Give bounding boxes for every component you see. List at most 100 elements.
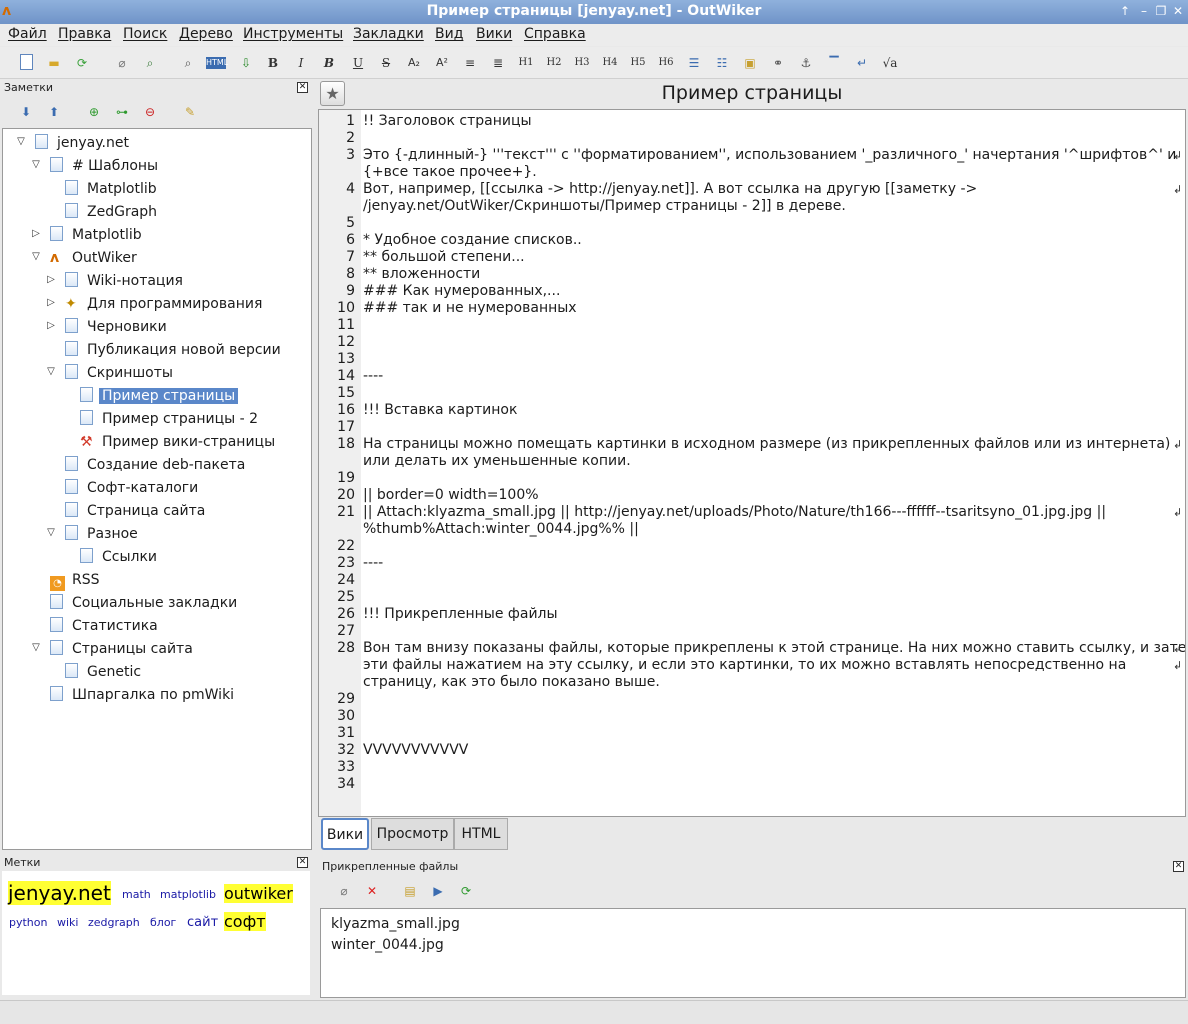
tree-node[interactable]: Страница сайта [65,501,208,521]
h5-icon[interactable]: H5 [628,54,648,72]
minimize-icon[interactable]: – [1136,3,1152,19]
tab-html[interactable]: HTML [454,818,508,850]
tag-soft[interactable]: софт [224,912,266,931]
menu-tree[interactable]: Дерево [179,26,233,42]
maximize-icon[interactable]: ❐ [1153,3,1169,19]
attach-file-icon[interactable]: ⌀ [334,882,354,900]
download-icon[interactable]: ⇩ [236,54,256,72]
attachment-item[interactable]: klyazma_small.jpg [331,916,460,932]
expand-arrow-icon[interactable]: ▷ [30,228,42,239]
tag-outwiker[interactable]: outwiker [224,884,293,903]
tree-node[interactable]: Разное [65,524,141,544]
bullet-list-icon[interactable]: ☰ [684,54,704,72]
close-attachments-panel-icon[interactable]: ✕ [1173,861,1184,872]
horizontal-rule-icon[interactable]: ▔ [824,54,844,72]
h6-icon[interactable]: H6 [656,54,676,72]
collapse-arrow-icon[interactable]: ▽ [45,366,57,377]
tree-node[interactable]: Пример страницы [80,386,239,406]
menu-search[interactable]: Поиск [123,26,167,42]
formula-icon[interactable]: √a [880,54,900,72]
line-break-icon[interactable]: ↵ [852,54,872,72]
menu-help[interactable]: Справка [524,26,586,42]
tree-node[interactable]: Софт-каталоги [65,478,201,498]
tag-math[interactable]: math [122,888,151,901]
tree-node[interactable]: Скриншоты [65,363,176,383]
underline-icon[interactable]: U [348,54,368,72]
bold-italic-icon[interactable]: B [319,54,339,72]
h4-icon[interactable]: H4 [600,54,620,72]
add-child-page-icon[interactable]: ⊕ [84,103,104,121]
tree-node[interactable]: ZedGraph [65,202,160,222]
tree-node[interactable]: ᴧ OutWiker [50,248,140,268]
reload-icon[interactable]: ⟳ [72,54,92,72]
menu-file[interactable]: Файл [8,26,47,42]
edit-page-properties-icon[interactable]: ✎ [180,103,200,121]
wiki-editor[interactable]: 1 2 3 4 5 6 7 8 9 10 11 12 13 14 15 16 17 18 19 20 21 22 23 24 2… [318,109,1186,817]
tag-jenyay-net[interactable]: jenyay.net [8,881,111,905]
move-up-icon[interactable]: ⬆ [44,103,64,121]
new-page-icon[interactable] [16,54,36,72]
refresh-attachments-icon[interactable]: ⟳ [456,882,476,900]
find-in-attachments-icon[interactable]: ⌕ [140,54,160,72]
tree-node[interactable]: Статистика [50,616,161,636]
h1-icon[interactable]: H1 [516,54,536,72]
collapse-arrow-icon[interactable]: ▽ [45,527,57,538]
tree-node[interactable]: Создание deb-пакета [65,455,248,475]
tree-node[interactable]: Matplotlib [50,225,145,245]
expand-arrow-icon[interactable]: ▷ [45,297,57,308]
html-code-icon[interactable]: HTML [206,57,228,69]
link-icon[interactable]: ⚭ [768,54,788,72]
tree-node[interactable]: Шпаргалка по pmWiki [50,685,237,705]
align-right-icon[interactable]: ≣ [488,54,508,72]
remove-page-icon[interactable]: ⊖ [140,103,160,121]
menu-wiki[interactable]: Вики [476,26,512,42]
menu-tools[interactable]: Инструменты [243,26,343,42]
execute-attachment-icon[interactable]: ▶ [428,882,448,900]
attachment-item[interactable]: winter_0044.jpg [331,937,444,953]
align-center-icon[interactable]: ≡ [460,54,480,72]
anchor-icon[interactable]: ⚓ [796,54,816,72]
move-down-icon[interactable]: ⬇ [16,103,36,121]
keep-above-icon[interactable]: ↑ [1117,3,1133,19]
close-tags-panel-icon[interactable]: ✕ [297,857,308,868]
tag-zedgraph[interactable]: zedgraph [88,916,140,929]
tree-node[interactable]: Ссылки [80,547,160,567]
subscript-icon[interactable]: A₂ [404,54,424,72]
tree-node[interactable]: jenyay.net [35,133,132,153]
tree-node[interactable]: ⚒ Пример вики-страницы [80,432,278,452]
thumbnail-icon[interactable]: ▣ [740,54,760,72]
close-icon[interactable]: ✕ [1170,3,1186,19]
tree-node[interactable]: Пример страницы - 2 [80,409,261,429]
find-icon[interactable]: ⌕ [178,54,198,72]
add-sibling-page-icon[interactable]: ⊶ [112,103,132,121]
tag-site[interactable]: сайт [187,915,218,930]
tree-node[interactable]: Социальные закладки [50,593,240,613]
tag-wiki[interactable]: wiki [57,916,78,929]
tag-blog[interactable]: блог [150,916,176,929]
close-notes-panel-icon[interactable]: ✕ [297,82,308,93]
h3-icon[interactable]: H3 [572,54,592,72]
h2-icon[interactable]: H2 [544,54,564,72]
tree-node[interactable]: Черновики [65,317,170,337]
strikethrough-icon[interactable]: S [376,54,396,72]
remove-attachment-icon[interactable]: ✕ [362,882,382,900]
bold-icon[interactable]: B [263,54,283,72]
tree-node[interactable]: Matplotlib [65,179,160,199]
tree-node[interactable]: Genetic [65,662,144,682]
collapse-arrow-icon[interactable]: ▽ [30,642,42,653]
tag-python[interactable]: python [9,916,47,929]
paste-link-icon[interactable]: ▤ [400,882,420,900]
tab-wiki[interactable]: Вики [321,818,369,850]
numbered-list-icon[interactable]: ☷ [712,54,732,72]
tree-node[interactable]: ✦ Для программирования [65,294,265,314]
menu-view[interactable]: Вид [435,26,463,42]
tree-node[interactable]: Страницы сайта [50,639,196,659]
open-icon[interactable]: ▬ [44,54,64,72]
menu-edit[interactable]: Правка [58,26,111,42]
tree-node[interactable]: ◔ RSS [50,570,103,591]
tree-node[interactable]: # Шаблоны [50,156,161,176]
collapse-arrow-icon[interactable]: ▽ [30,251,42,262]
superscript-icon[interactable]: A² [432,54,452,72]
tree-node[interactable]: Wiki-нотация [65,271,186,291]
tab-preview[interactable]: Просмотр [371,818,454,850]
